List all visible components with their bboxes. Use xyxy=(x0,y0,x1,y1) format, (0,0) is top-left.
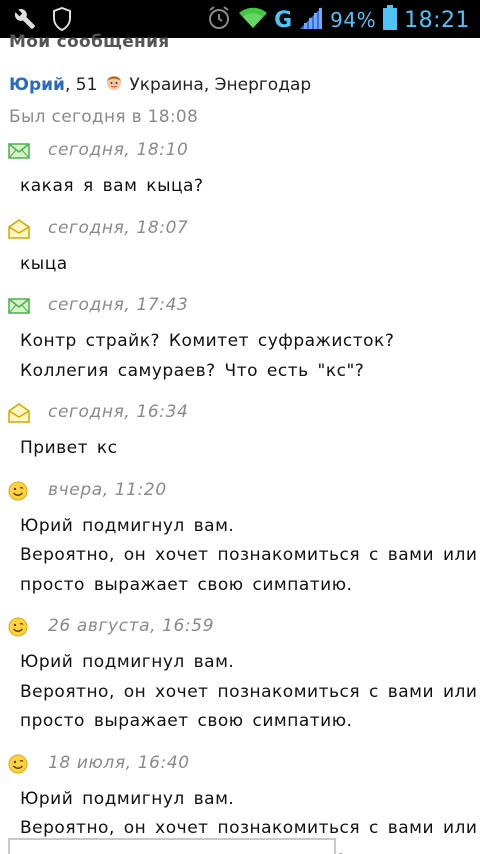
profile-name-link[interactable]: Юрий xyxy=(9,75,65,95)
message-line: Контр страйк? Комитет суфражисток? xyxy=(20,331,395,351)
message-line: Привет кс xyxy=(20,438,118,458)
profile-age: , 51 xyxy=(64,74,98,95)
envelope-green-icon xyxy=(8,296,30,318)
message-date: сегодня, 18:10 xyxy=(48,140,189,160)
page-title: Мои сообщения xyxy=(9,32,170,52)
wrench-icon xyxy=(14,8,36,34)
message-header: 26 августа, 16:59 xyxy=(0,614,480,640)
battery-percent: 94% xyxy=(330,8,377,32)
envelope-green-icon xyxy=(8,141,30,163)
message-header: вчера, 11:20 xyxy=(0,478,480,504)
message-text: Привет кс xyxy=(0,426,480,478)
message-item[interactable]: сегодня, 17:43 Контр страйк? Комитет суфр… xyxy=(0,293,480,400)
message-line: просто выражает свою симпатию. xyxy=(20,711,353,731)
message-input[interactable] xyxy=(8,838,336,854)
shield-icon xyxy=(52,6,72,35)
message-line: Вероятно, он хочет познакомиться с вами … xyxy=(20,681,478,702)
message-line: Юрий подмигнул вам. xyxy=(20,788,235,809)
message-line: просто выражает свою симпатию. xyxy=(20,574,353,595)
message-line: Вероятно, он хочет познакомиться с вами … xyxy=(20,545,478,565)
message-text: кыца xyxy=(0,242,480,294)
avatar-face-icon xyxy=(105,73,123,96)
envelope-yellow-icon xyxy=(8,218,30,243)
profile-location: Украина, Энергодар xyxy=(129,74,312,95)
message-header: 18 июля, 16:40 xyxy=(0,751,480,777)
status-bar-left xyxy=(14,6,72,35)
message-line: какая я вам кыца? xyxy=(20,176,204,196)
message-date: сегодня, 17:43 xyxy=(48,295,189,315)
message-item[interactable]: вчера, 11:20 Юрий подмигнул вам. Вероятно,… xyxy=(0,478,480,615)
status-bar-right: G 94% 18:21 xyxy=(206,5,470,35)
message-line: кыца xyxy=(20,253,68,274)
message-list: сегодня, 18:10 какая я вам кыца? сегодня, … xyxy=(0,138,480,854)
message-text: какая я вам кыца? xyxy=(0,164,480,216)
message-item[interactable]: сегодня, 16:34 Привет кс xyxy=(0,400,480,478)
message-item[interactable]: сегодня, 18:10 какая я вам кыца? xyxy=(0,138,480,216)
message-date: 26 августа, 16:59 xyxy=(48,616,215,636)
alarm-icon xyxy=(206,5,232,35)
network-type-label: G xyxy=(274,7,293,33)
message-header: сегодня, 18:07 xyxy=(0,216,480,242)
smiley-icon xyxy=(8,754,28,778)
smiley-icon xyxy=(8,617,28,641)
message-line: Коллегия самураев? Что есть "кс"? xyxy=(20,360,365,381)
message-header: сегодня, 16:34 xyxy=(0,400,480,426)
message-item[interactable]: сегодня, 18:07 кыца xyxy=(0,216,480,294)
envelope-yellow-icon xyxy=(8,403,30,427)
message-text: Юрий подмигнул вам. Вероятно, он хочет по… xyxy=(0,504,480,615)
wifi-icon xyxy=(238,6,268,34)
profile-line: Юрий , 51 Украина, Энергодар xyxy=(9,73,311,96)
last-seen-status: Был сегодня в 18:08 xyxy=(9,107,199,127)
smiley-icon xyxy=(8,481,28,505)
message-line: Юрий подмигнул вам. xyxy=(20,515,235,536)
message-line: Юрий подмигнул вам. xyxy=(20,652,235,672)
message-text: Юрий подмигнул вам. Вероятно, он хочет по… xyxy=(0,640,480,751)
message-text: Контр страйк? Комитет суфражисток? Коллег… xyxy=(0,319,480,400)
message-date: вчера, 11:20 xyxy=(48,479,167,500)
message-date: 18 июля, 16:40 xyxy=(48,752,190,773)
message-item[interactable]: 26 августа, 16:59 Юрий подмигнул вам. Веро… xyxy=(0,614,480,751)
message-header: сегодня, 17:43 xyxy=(0,293,480,319)
message-date: сегодня, 16:34 xyxy=(48,402,189,422)
battery-icon xyxy=(382,5,398,35)
clock: 18:21 xyxy=(404,7,470,33)
message-header: сегодня, 18:10 xyxy=(0,138,480,164)
message-date: сегодня, 18:07 xyxy=(48,217,189,238)
signal-icon xyxy=(298,5,324,35)
